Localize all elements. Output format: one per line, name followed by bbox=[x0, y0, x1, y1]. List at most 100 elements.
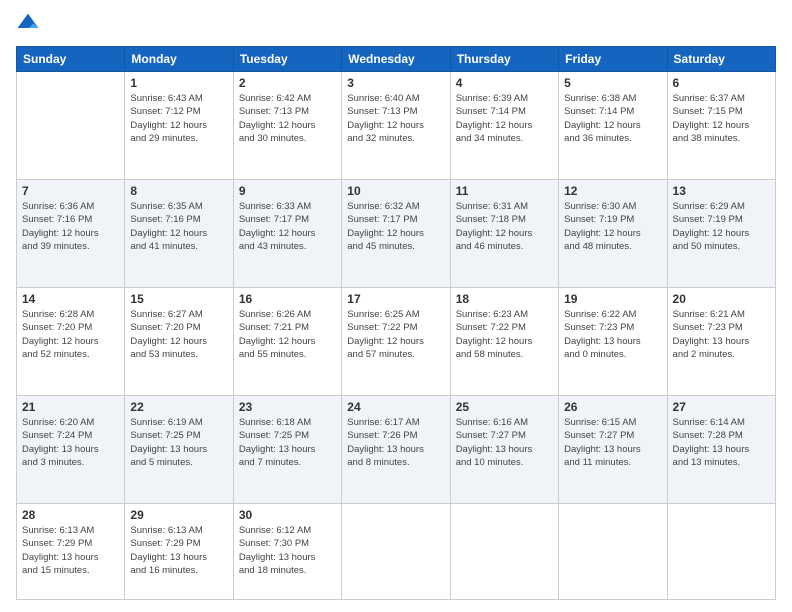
calendar-cell: 1Sunrise: 6:43 AMSunset: 7:12 PMDaylight… bbox=[125, 72, 233, 180]
calendar-cell: 16 Sunrise: 6:26 AMSunset: 7:21 PMDayligh… bbox=[233, 288, 341, 396]
calendar-cell: 12 Sunrise: 6:30 AMSunset: 7:19 PMDayligh… bbox=[559, 180, 667, 288]
calendar-cell: 7 Sunrise: 6:36 AMSunset: 7:16 PMDaylight… bbox=[17, 180, 125, 288]
calendar-cell: 17Sunrise: 6:25 AMSunset: 7:22 PMDayligh… bbox=[342, 288, 450, 396]
day-number: 29 bbox=[130, 508, 227, 522]
calendar-cell bbox=[559, 504, 667, 600]
day-info: Sunrise: 6:25 AMSunset: 7:22 PMDaylight:… bbox=[347, 308, 444, 361]
calendar-cell: 26 Sunrise: 6:15 AMSunset: 7:27 PMDayligh… bbox=[559, 396, 667, 504]
day-info: Sunrise: 6:33 AMSunset: 7:17 PMDaylight:… bbox=[239, 200, 336, 253]
day-info: Sunrise: 6:12 AMSunset: 7:30 PMDaylight:… bbox=[239, 524, 336, 577]
calendar-week-row: 7 Sunrise: 6:36 AMSunset: 7:16 PMDaylight… bbox=[17, 180, 776, 288]
day-number: 15 bbox=[130, 292, 227, 306]
logo-area bbox=[16, 12, 44, 36]
calendar-cell: 2 Sunrise: 6:42 AMSunset: 7:13 PMDaylight… bbox=[233, 72, 341, 180]
day-number: 9 bbox=[239, 184, 336, 198]
weekday-header-wednesday: Wednesday bbox=[342, 47, 450, 72]
day-number: 30 bbox=[239, 508, 336, 522]
weekday-header-sunday: Sunday bbox=[17, 47, 125, 72]
logo-icon bbox=[16, 12, 40, 36]
day-info: Sunrise: 6:21 AMSunset: 7:23 PMDaylight:… bbox=[673, 308, 770, 361]
calendar-week-row: 14 Sunrise: 6:28 AMSunset: 7:20 PMDayligh… bbox=[17, 288, 776, 396]
day-number: 26 bbox=[564, 400, 661, 414]
day-number: 16 bbox=[239, 292, 336, 306]
calendar-cell: 14 Sunrise: 6:28 AMSunset: 7:20 PMDayligh… bbox=[17, 288, 125, 396]
day-number: 21 bbox=[22, 400, 119, 414]
day-info: Sunrise: 6:13 AMSunset: 7:29 PMDaylight:… bbox=[130, 524, 227, 577]
calendar-cell: 8 Sunrise: 6:35 AMSunset: 7:16 PMDaylight… bbox=[125, 180, 233, 288]
calendar-cell: 13 Sunrise: 6:29 AMSunset: 7:19 PMDayligh… bbox=[667, 180, 775, 288]
day-number: 19 bbox=[564, 292, 661, 306]
day-info: Sunrise: 6:13 AMSunset: 7:29 PMDaylight:… bbox=[22, 524, 119, 577]
page: SundayMondayTuesdayWednesdayThursdayFrid… bbox=[0, 0, 792, 612]
day-number: 18 bbox=[456, 292, 553, 306]
calendar-cell: 9 Sunrise: 6:33 AMSunset: 7:17 PMDaylight… bbox=[233, 180, 341, 288]
calendar-cell: 27 Sunrise: 6:14 AMSunset: 7:28 PMDayligh… bbox=[667, 396, 775, 504]
day-info: Sunrise: 6:28 AMSunset: 7:20 PMDaylight:… bbox=[22, 308, 119, 361]
day-info: Sunrise: 6:30 AMSunset: 7:19 PMDaylight:… bbox=[564, 200, 661, 253]
calendar-cell: 5Sunrise: 6:38 AMSunset: 7:14 PMDaylight… bbox=[559, 72, 667, 180]
day-number: 28 bbox=[22, 508, 119, 522]
calendar-cell: 28 Sunrise: 6:13 AMSunset: 7:29 PMDayligh… bbox=[17, 504, 125, 600]
day-info: Sunrise: 6:35 AMSunset: 7:16 PMDaylight:… bbox=[130, 200, 227, 253]
calendar-cell: 22 Sunrise: 6:19 AMSunset: 7:25 PMDayligh… bbox=[125, 396, 233, 504]
calendar-cell: 10 Sunrise: 6:32 AMSunset: 7:17 PMDayligh… bbox=[342, 180, 450, 288]
weekday-header-tuesday: Tuesday bbox=[233, 47, 341, 72]
calendar-cell: 4 Sunrise: 6:39 AMSunset: 7:14 PMDaylight… bbox=[450, 72, 558, 180]
day-number: 8 bbox=[130, 184, 227, 198]
day-info: Sunrise: 6:26 AMSunset: 7:21 PMDaylight:… bbox=[239, 308, 336, 361]
day-info: Sunrise: 6:31 AMSunset: 7:18 PMDaylight:… bbox=[456, 200, 553, 253]
day-info: Sunrise: 6:37 AMSunset: 7:15 PMDaylight:… bbox=[673, 92, 770, 145]
calendar-cell: 21 Sunrise: 6:20 AMSunset: 7:24 PMDayligh… bbox=[17, 396, 125, 504]
day-number: 1 bbox=[130, 76, 227, 90]
calendar-table: SundayMondayTuesdayWednesdayThursdayFrid… bbox=[16, 46, 776, 600]
day-info: Sunrise: 6:23 AMSunset: 7:22 PMDaylight:… bbox=[456, 308, 553, 361]
day-number: 10 bbox=[347, 184, 444, 198]
day-number: 4 bbox=[456, 76, 553, 90]
day-info: Sunrise: 6:32 AMSunset: 7:17 PMDaylight:… bbox=[347, 200, 444, 253]
day-number: 2 bbox=[239, 76, 336, 90]
day-info: Sunrise: 6:14 AMSunset: 7:28 PMDaylight:… bbox=[673, 416, 770, 469]
day-info: Sunrise: 6:16 AMSunset: 7:27 PMDaylight:… bbox=[456, 416, 553, 469]
calendar-cell: 23 Sunrise: 6:18 AMSunset: 7:25 PMDayligh… bbox=[233, 396, 341, 504]
header bbox=[16, 12, 776, 36]
day-number: 14 bbox=[22, 292, 119, 306]
weekday-header-monday: Monday bbox=[125, 47, 233, 72]
calendar-cell bbox=[342, 504, 450, 600]
day-number: 24 bbox=[347, 400, 444, 414]
day-number: 6 bbox=[673, 76, 770, 90]
day-number: 5 bbox=[564, 76, 661, 90]
calendar-week-row: 1Sunrise: 6:43 AMSunset: 7:12 PMDaylight… bbox=[17, 72, 776, 180]
day-info: Sunrise: 6:36 AMSunset: 7:16 PMDaylight:… bbox=[22, 200, 119, 253]
day-number: 13 bbox=[673, 184, 770, 198]
day-number: 7 bbox=[22, 184, 119, 198]
day-number: 27 bbox=[673, 400, 770, 414]
day-number: 12 bbox=[564, 184, 661, 198]
calendar-cell bbox=[667, 504, 775, 600]
day-info: Sunrise: 6:42 AMSunset: 7:13 PMDaylight:… bbox=[239, 92, 336, 145]
calendar-cell: 11 Sunrise: 6:31 AMSunset: 7:18 PMDayligh… bbox=[450, 180, 558, 288]
calendar-cell: 6 Sunrise: 6:37 AMSunset: 7:15 PMDaylight… bbox=[667, 72, 775, 180]
calendar-cell: 25Sunrise: 6:16 AMSunset: 7:27 PMDayligh… bbox=[450, 396, 558, 504]
calendar-cell: 18 Sunrise: 6:23 AMSunset: 7:22 PMDayligh… bbox=[450, 288, 558, 396]
day-info: Sunrise: 6:29 AMSunset: 7:19 PMDaylight:… bbox=[673, 200, 770, 253]
calendar-cell: 19 Sunrise: 6:22 AMSunset: 7:23 PMDayligh… bbox=[559, 288, 667, 396]
calendar-cell bbox=[450, 504, 558, 600]
calendar-cell: 29 Sunrise: 6:13 AMSunset: 7:29 PMDayligh… bbox=[125, 504, 233, 600]
day-number: 11 bbox=[456, 184, 553, 198]
day-info: Sunrise: 6:22 AMSunset: 7:23 PMDaylight:… bbox=[564, 308, 661, 361]
day-info: Sunrise: 6:18 AMSunset: 7:25 PMDaylight:… bbox=[239, 416, 336, 469]
day-info: Sunrise: 6:39 AMSunset: 7:14 PMDaylight:… bbox=[456, 92, 553, 145]
day-info: Sunrise: 6:19 AMSunset: 7:25 PMDaylight:… bbox=[130, 416, 227, 469]
day-number: 3 bbox=[347, 76, 444, 90]
day-info: Sunrise: 6:40 AMSunset: 7:13 PMDaylight:… bbox=[347, 92, 444, 145]
calendar-cell: 30 Sunrise: 6:12 AMSunset: 7:30 PMDayligh… bbox=[233, 504, 341, 600]
calendar-cell bbox=[17, 72, 125, 180]
day-number: 20 bbox=[673, 292, 770, 306]
day-number: 22 bbox=[130, 400, 227, 414]
calendar-week-row: 28 Sunrise: 6:13 AMSunset: 7:29 PMDayligh… bbox=[17, 504, 776, 600]
calendar-week-row: 21 Sunrise: 6:20 AMSunset: 7:24 PMDayligh… bbox=[17, 396, 776, 504]
weekday-header-friday: Friday bbox=[559, 47, 667, 72]
day-info: Sunrise: 6:15 AMSunset: 7:27 PMDaylight:… bbox=[564, 416, 661, 469]
day-info: Sunrise: 6:20 AMSunset: 7:24 PMDaylight:… bbox=[22, 416, 119, 469]
day-number: 23 bbox=[239, 400, 336, 414]
